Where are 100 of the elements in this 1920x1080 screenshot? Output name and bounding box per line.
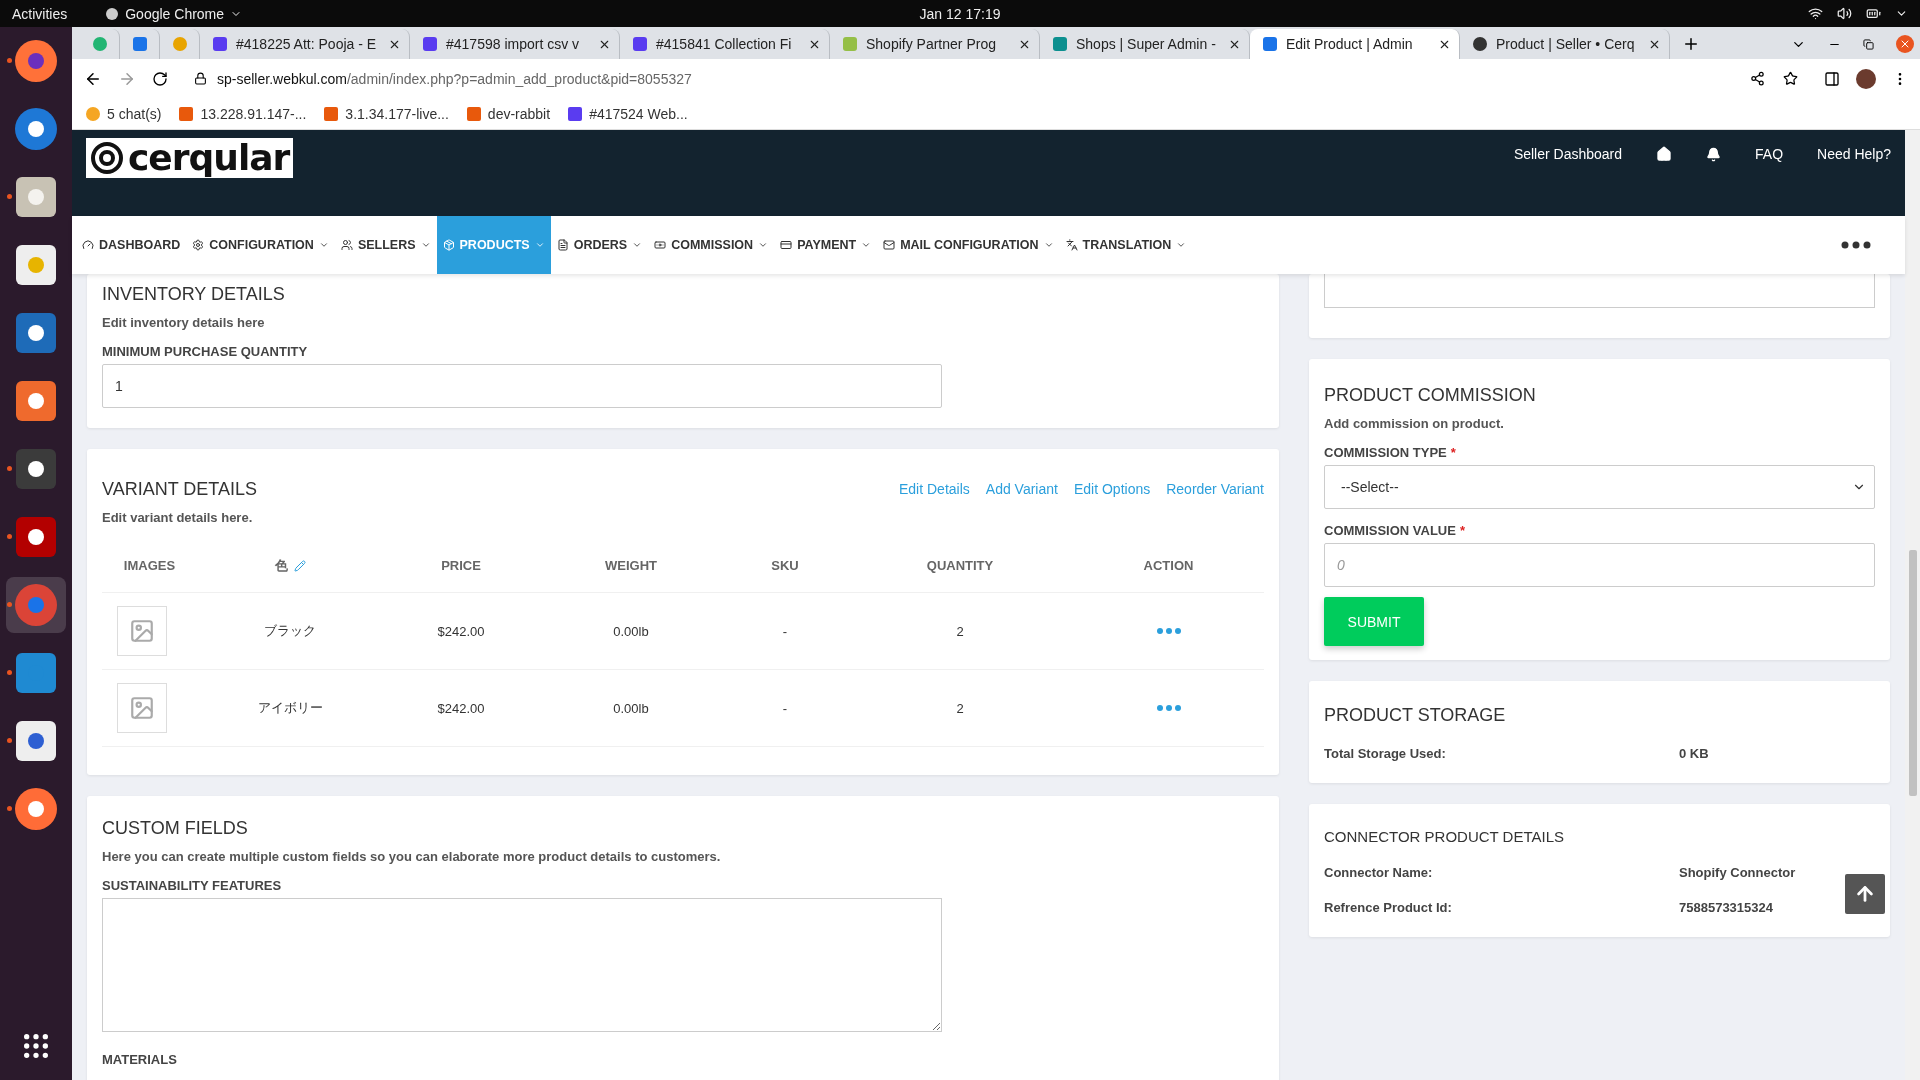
activities-button[interactable]: Activities: [12, 5, 68, 22]
close-button[interactable]: [1896, 35, 1914, 53]
favicon-icon: [212, 36, 228, 52]
gauge-icon: [82, 239, 94, 251]
running-dot: [7, 670, 12, 675]
favicon-icon: [172, 36, 188, 52]
side-panel-icon[interactable]: [1824, 70, 1840, 87]
caret-icon: [420, 240, 431, 250]
nav-item[interactable]: ORDERS: [550, 216, 649, 274]
nav-item[interactable]: TRANSLATION: [1059, 216, 1193, 274]
nav-item[interactable]: PAYMENT: [774, 216, 878, 274]
favicon-icon: [132, 36, 148, 52]
chrome-icon: [105, 6, 120, 21]
bell-icon[interactable]: [1706, 146, 1722, 162]
column-header: SKU: [771, 558, 799, 573]
favicon-icon: [842, 36, 858, 52]
field-label: COMMISSION TYPE *: [1324, 445, 1457, 460]
info-label: Connector Name:: [1324, 865, 1434, 880]
image-icon: [129, 695, 155, 721]
app-icon[interactable]: [13, 38, 59, 84]
app-icon[interactable]: [13, 786, 59, 832]
app-menu[interactable]: Google Chrome: [105, 5, 243, 22]
section-title: VARIANT DETAILS: [102, 479, 258, 500]
header-link[interactable]: Seller Dashboard: [1513, 146, 1623, 162]
clock[interactable]: Jan 12 17:19: [919, 5, 1001, 22]
select-field[interactable]: --Select--: [1324, 465, 1875, 509]
nav-item[interactable]: DASHBOARD: [76, 216, 187, 274]
section-subtitle: Edit variant details here.: [102, 510, 254, 525]
info-label: Refrence Product Id:: [1324, 900, 1453, 915]
bookmark[interactable]: 3.1.34.177-live...: [324, 105, 449, 122]
battery-icon[interactable]: [1866, 6, 1881, 21]
table-cell-text: ブラック: [263, 622, 317, 640]
table-cell-text: -: [781, 700, 789, 716]
browser-tab[interactable]: Edit Product | Admin: [1250, 29, 1460, 59]
favicon-icon: [1472, 36, 1488, 52]
app-icon[interactable]: [13, 106, 59, 152]
app-icon[interactable]: [13, 242, 59, 288]
header-link[interactable]: FAQ: [1755, 146, 1784, 162]
running-dot: [7, 466, 12, 471]
input-field[interactable]: 1: [102, 364, 942, 408]
home-icon[interactable]: [1656, 146, 1673, 162]
app-icon[interactable]: [13, 310, 59, 356]
caret-icon: [318, 240, 329, 250]
column-header: ACTION: [1143, 558, 1194, 573]
info-label: Total Storage Used:: [1324, 746, 1447, 761]
table-cell-text: 2: [955, 623, 965, 639]
language-icon: [1065, 239, 1078, 251]
bookmark[interactable]: #417524 Web...: [568, 105, 688, 122]
running-dot: [7, 738, 12, 743]
restore-icon[interactable]: [1863, 38, 1874, 50]
nav-item[interactable]: MAIL CONFIGURATION: [877, 216, 1060, 274]
favicon-icon: [632, 36, 648, 52]
column-header: PRICE: [441, 558, 481, 573]
bookmark[interactable]: 5 chat(s): [86, 105, 162, 122]
users-icon: [340, 239, 353, 251]
logo-mark-icon: [90, 141, 124, 175]
new-tab-icon[interactable]: [1682, 35, 1700, 53]
table-cell-text: $242.00: [436, 623, 486, 639]
lock-icon: [194, 72, 207, 85]
site-logo[interactable]: cerqular: [86, 138, 294, 178]
app-icon[interactable]: [13, 718, 59, 764]
volume-icon[interactable]: [1837, 6, 1852, 21]
favicon-icon: [1052, 36, 1068, 52]
scroll-top-button[interactable]: [1845, 874, 1885, 914]
bookmark[interactable]: 13.228.91.147-...: [179, 105, 307, 122]
profile-avatar[interactable]: [1856, 68, 1876, 89]
nav-item[interactable]: CONFIGURATION: [186, 216, 335, 274]
caret-icon: [1043, 240, 1054, 250]
gear-icon: [192, 239, 205, 251]
card-icon: [780, 239, 793, 251]
bookmark-icon: [179, 106, 194, 121]
running-dot: [7, 194, 12, 199]
share-icon[interactable]: [1750, 71, 1765, 86]
table-cell-text: $242.00: [436, 700, 486, 716]
more-icon[interactable]: [1841, 241, 1871, 249]
bookmark-star-icon[interactable]: [1783, 71, 1798, 86]
textarea-field[interactable]: [1324, 274, 1875, 308]
nav-item[interactable]: COMMISSION: [648, 216, 775, 274]
bookmark[interactable]: dev-rabbit: [466, 105, 551, 122]
table-cell-text: 0.00lb: [612, 700, 650, 716]
nav-item[interactable]: SELLERS: [334, 216, 437, 274]
document-icon: [556, 239, 569, 251]
pencil-icon[interactable]: [293, 559, 306, 572]
caret-icon: [861, 240, 872, 250]
section-subtitle: Edit inventory details here: [102, 315, 266, 330]
table-cell-text: -: [781, 623, 789, 639]
address-bar[interactable]: sp-seller.webkul.com/admin/index.php?p=admin_add_product&pid=8055327: [184, 63, 1808, 94]
input-field[interactable]: 0: [1324, 543, 1875, 587]
scrollbar[interactable]: [1905, 130, 1920, 1080]
caret-icon: [534, 240, 545, 250]
textarea-field[interactable]: [102, 898, 942, 1032]
app-icon[interactable]: [13, 174, 59, 220]
section-title: PRODUCT COMMISSION: [1324, 385, 1537, 406]
reload-icon[interactable]: [152, 70, 168, 87]
app-icon[interactable]: [13, 446, 59, 492]
app-icon[interactable]: [13, 514, 59, 560]
app-icon[interactable]: [13, 378, 59, 424]
table-cell-text: アイボリー: [256, 699, 324, 717]
header-link[interactable]: Need Help?: [1817, 146, 1891, 162]
wifi-icon[interactable]: [1808, 6, 1823, 21]
